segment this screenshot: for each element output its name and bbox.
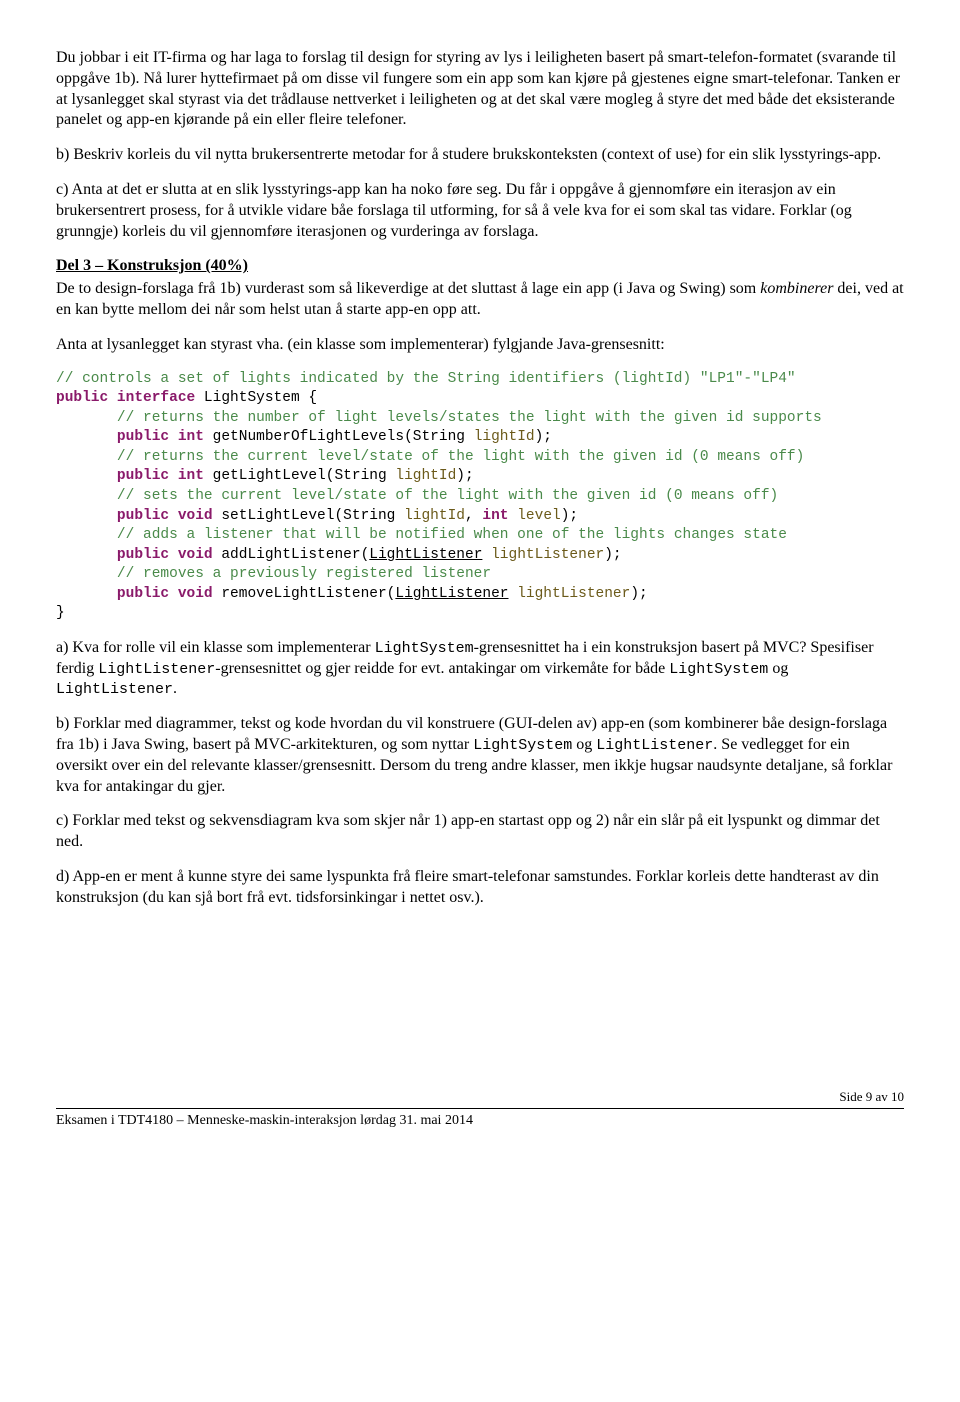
code-end: );	[604, 547, 621, 563]
qa-text: -grensesnittet og gjer reidde for evt. a…	[215, 660, 669, 677]
qa-text: .	[173, 680, 177, 697]
footer-exam-info: Eksamen i TDT4180 – Menneske-maskin-inte…	[56, 1112, 473, 1130]
question-3d: d) App-en er ment å kunne styre dei same…	[56, 867, 904, 909]
code-block-lightsystem: // controls a set of lights indicated by…	[56, 370, 904, 624]
code-comment-5: // adds a listener that will be notified…	[117, 527, 787, 543]
code-end: );	[456, 468, 473, 484]
del3-intro: De to design-forslaga frå 1b) vurderast …	[56, 279, 904, 321]
code-fn: getLightLevel(String	[204, 468, 395, 484]
code-text	[509, 508, 518, 524]
code-close: }	[56, 605, 65, 621]
code-text	[482, 547, 491, 563]
code-fn: setLightLevel(String	[213, 508, 404, 524]
code-comment-4: // sets the current level/state of the l…	[117, 488, 778, 504]
code-kw: public int	[117, 429, 204, 445]
code-text	[509, 586, 518, 602]
qb-code-ls: LightSystem	[473, 737, 572, 754]
code-type: LightListener	[369, 547, 482, 563]
code-param: lightListener	[517, 586, 630, 602]
qb-text: og	[572, 736, 596, 753]
code-param: level	[517, 508, 561, 524]
code-kw: int	[482, 508, 508, 524]
question-2b: b) Beskriv korleis du vil nytta brukerse…	[56, 145, 904, 166]
code-comment-3: // returns the current level/state of th…	[117, 449, 804, 465]
code-fn: addLightListener(	[213, 547, 370, 563]
code-comment-1: // controls a set of lights indicated by…	[56, 371, 796, 387]
section-del3-title: Del 3 – Konstruksjon (40%)	[56, 256, 904, 277]
del3-text-italic: kombinerer	[760, 280, 833, 297]
intro-paragraph: Du jobbar i eit IT-firma og har laga to …	[56, 48, 904, 131]
question-3c: c) Forklar med tekst og sekvensdiagram k…	[56, 811, 904, 853]
del3-text-a: De to design-forslaga frå 1b) vurderast …	[56, 280, 760, 297]
code-text: ,	[465, 508, 482, 524]
qa-text: og	[768, 660, 788, 677]
code-comment-2: // returns the number of light levels/st…	[117, 410, 822, 426]
qb-code-ll: LightListener	[596, 737, 713, 754]
qa-code-ll2: LightListener	[56, 681, 173, 698]
code-comment-6: // removes a previously registered liste…	[117, 566, 491, 582]
code-fn: getNumberOfLightLevels(String	[204, 429, 474, 445]
qa-text: a) Kva for rolle vil ein klasse som impl…	[56, 639, 375, 656]
code-param: lightId	[474, 429, 535, 445]
code-end: );	[535, 429, 552, 445]
qa-code-ll: LightListener	[98, 661, 215, 678]
code-kw: public void	[117, 508, 213, 524]
code-classname: LightSystem {	[195, 390, 317, 406]
footer-divider	[56, 1108, 904, 1109]
code-end: );	[561, 508, 578, 524]
code-kw: public void	[117, 547, 213, 563]
footer-page-number: Side 9 av 10	[56, 1089, 904, 1106]
question-3a: a) Kva for rolle vil ein klasse som impl…	[56, 638, 904, 700]
question-2c: c) Anta at det er slutta at en slik lyss…	[56, 180, 904, 242]
question-3b: b) Forklar med diagrammer, tekst og kode…	[56, 714, 904, 797]
code-param: lightListener	[491, 547, 604, 563]
code-type: LightListener	[395, 586, 508, 602]
code-end: );	[630, 586, 647, 602]
code-kw: public interface	[56, 390, 195, 406]
code-param: lightId	[404, 508, 465, 524]
code-param: lightId	[395, 468, 456, 484]
qa-code-ls: LightSystem	[375, 640, 474, 657]
del3-assume: Anta at lysanlegget kan styrast vha. (ei…	[56, 335, 904, 356]
code-kw: public void	[117, 586, 213, 602]
page-footer: Side 9 av 10 Eksamen i TDT4180 – Mennesk…	[56, 1089, 904, 1130]
code-fn: removeLightListener(	[213, 586, 396, 602]
code-kw: public int	[117, 468, 204, 484]
qa-code-ls2: LightSystem	[669, 661, 768, 678]
